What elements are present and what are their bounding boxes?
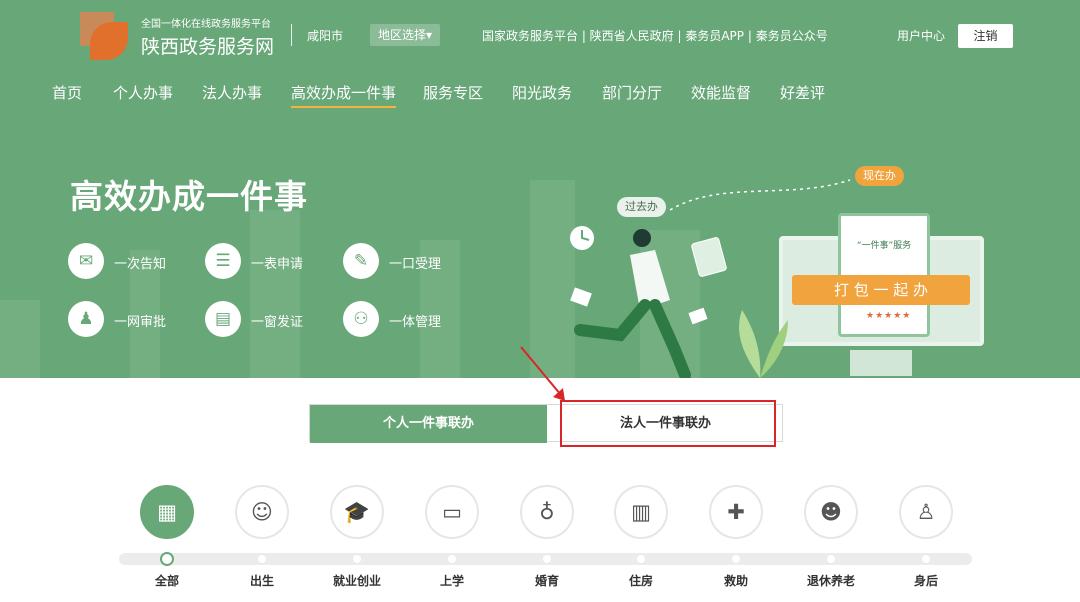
highlight-box [560,400,776,447]
baby-icon: ☺ [251,500,273,524]
category-employment-button[interactable]: 🎓 [330,485,384,539]
banner-ribbon: 打 包 一 起 办 [792,275,970,305]
nav-item-corporate[interactable]: 法人办事 [202,82,262,103]
feature-label: 一窗发证 [251,315,304,330]
nav-item-home[interactable]: 首页 [52,82,82,103]
category-label[interactable]: 退休养老 [807,572,855,589]
logout-button[interactable]: 注销 [958,24,1013,48]
envelope-icon: ✉ [68,243,104,279]
hero-banner: 全国一体化在线政务服务平台 陕西政务服务网 咸阳市 地区选择▾ 国家政务服务平台… [0,0,1080,378]
medical-kit-icon: ✚ [727,500,745,524]
nav-item-supervision[interactable]: 效能监督 [691,82,751,103]
category-label[interactable]: 全部 [155,572,179,589]
past-label: 过去办 [617,197,666,217]
now-label: 现在办 [855,166,904,186]
rating-stars: ★★★★★ [866,311,912,321]
track-dot [732,555,740,563]
id-card-icon: ▤ [205,301,241,337]
site-logo[interactable] [80,12,130,60]
edit-icon: ✎ [343,243,379,279]
external-links[interactable]: 国家政务服务平台 | 陕西省人民政府 | 秦务员APP | 秦务员公众号 [482,27,828,44]
category-label[interactable]: 救助 [724,572,748,589]
track-dot [353,555,361,563]
track-dot [827,555,835,563]
tab-personal[interactable]: 个人一件事联办 [310,405,547,443]
track-dot [258,555,266,563]
top-bar: 全国一体化在线政务服务平台 陕西政务服务网 咸阳市 地区选择▾ 国家政务服务平台… [0,0,1080,70]
people-icon: ⚇ [343,301,379,337]
category-label[interactable]: 住房 [629,572,653,589]
ring-icon: ♁ [539,500,555,524]
category-relief-button[interactable]: ✚ [709,485,763,539]
nav-item-rating[interactable]: 好差评 [780,82,825,103]
platform-subtitle: 全国一体化在线政务服务平台 [141,19,271,30]
person-icon: ♙ [916,500,936,524]
region-select-button[interactable]: 地区选择▾ [370,24,441,46]
graduation-cap-icon: 🎓 [343,500,371,524]
category-label[interactable]: 出生 [250,572,274,589]
stamp-icon: ♟ [68,301,104,337]
city-building [0,300,40,378]
category-label[interactable]: 婚育 [535,572,559,589]
feature-label: 一体管理 [389,315,442,330]
nav-item-transparency[interactable]: 阳光政务 [512,82,572,103]
track-dot [637,555,645,563]
category-marriage-button[interactable]: ♁ [520,485,574,539]
book-icon: ▭ [442,500,462,524]
track-dot [543,555,551,563]
city-building [250,210,300,378]
nav-item-service-zone[interactable]: 服务专区 [423,82,483,103]
track-dot [922,555,930,563]
category-label[interactable]: 就业创业 [333,572,381,589]
track-dot-active [160,552,174,566]
nav-item-departments[interactable]: 部门分厅 [602,82,662,103]
feature-label: 一网审批 [114,315,167,330]
form-icon: ☰ [205,243,241,279]
card-title: “一件事”服务 [856,241,912,251]
category-all-button[interactable]: ▦ [140,485,194,539]
category-label[interactable]: 上学 [440,572,464,589]
category-afterlife-button[interactable]: ♙ [899,485,953,539]
annotation-arrow [520,346,565,401]
building-icon: ▥ [631,500,651,524]
nav-item-personal[interactable]: 个人办事 [113,82,173,103]
feature-label: 一表申请 [251,257,304,272]
nav-item-one-thing[interactable]: 高效办成一件事 [291,82,397,108]
plant-illustration [739,310,788,378]
category-label[interactable]: 身后 [914,572,938,589]
feature-label: 一次告知 [114,257,167,272]
platform-title[interactable]: 陕西政务服务网 [141,32,274,59]
category-retirement-button[interactable]: ☻ [804,485,858,539]
category-school-button[interactable]: ▭ [425,485,479,539]
category-birth-button[interactable]: ☺ [235,485,289,539]
feature-label: 一口受理 [389,257,442,272]
monitor-stand [850,350,912,376]
hero-title: 高效办成一件事 [70,177,308,216]
track-dot [448,555,456,563]
elder-icon: ☻ [820,500,842,524]
category-housing-button[interactable]: ▥ [614,485,668,539]
divider [291,24,292,46]
user-center-link[interactable]: 用户中心 [897,27,945,44]
current-city: 咸阳市 [307,29,344,43]
grid-icon: ▦ [157,500,177,524]
